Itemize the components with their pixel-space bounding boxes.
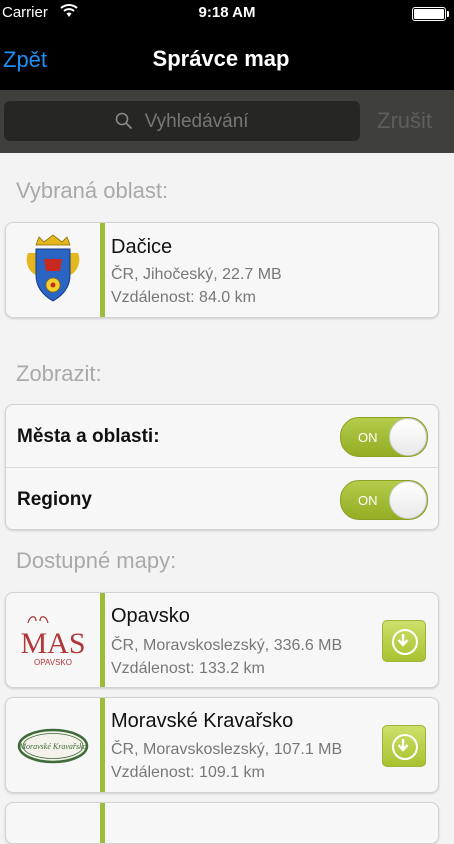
cancel-button[interactable]: Zrušit: [377, 108, 432, 134]
selected-area-card[interactable]: Dačice ČR, Jihočeský, 22.7 MB Vzdálenost…: [5, 222, 439, 318]
download-icon: [392, 629, 418, 655]
toggle-state: ON: [358, 493, 378, 508]
search-input[interactable]: Vyhledávání: [4, 101, 360, 141]
search-icon: [115, 111, 144, 132]
display-toggles-group: Města a oblasti: ON Regiony ON: [5, 404, 439, 530]
area-details: ČR, Jihočeský, 22.7 MB: [111, 266, 282, 283]
map-details: ČR, Moravskoslezský, 336.6 MB: [111, 637, 343, 654]
mas-opavsko-logo: MAS OPAVSKO: [6, 593, 100, 687]
toggle-knob: [389, 418, 427, 456]
accent-bar: [100, 223, 105, 317]
map-details: ČR, Moravskoslezský, 107.1 MB: [111, 741, 343, 758]
search-bar: Vyhledávání Zrušit: [0, 90, 454, 153]
svg-text:OPAVSKO: OPAVSKO: [34, 658, 72, 667]
accent-bar: [100, 593, 105, 687]
area-distance: Vzdálenost: 84.0 km: [111, 289, 256, 306]
clock: 9:18 AM: [198, 4, 256, 21]
navigation-bar: Zpět Správce map: [0, 28, 454, 90]
moravske-kravarsko-logo: Moravské Kravařsko: [6, 698, 100, 792]
toggle-row-cities: Města a oblasti: ON: [6, 405, 438, 467]
battery-icon: [412, 7, 449, 21]
selected-area-heading: Vybraná oblast:: [16, 178, 169, 203]
search-placeholder: Vyhledávání: [144, 111, 249, 132]
page-title: Správce map: [152, 46, 290, 71]
map-list-item[interactable]: [5, 802, 439, 844]
map-distance: Vzdálenost: 133.2 km: [111, 660, 265, 677]
area-name: Dačice: [111, 236, 173, 258]
accent-bar: [100, 803, 105, 843]
regions-toggle[interactable]: ON: [340, 480, 428, 520]
toggle-label: Regiony: [17, 489, 92, 510]
download-button[interactable]: [382, 620, 426, 662]
map-distance: Vzdálenost: 109.1 km: [111, 764, 265, 781]
svg-text:Moravské Kravařsko: Moravské Kravařsko: [18, 742, 86, 751]
download-button[interactable]: [382, 725, 426, 767]
download-icon: [392, 734, 418, 760]
map-list-item[interactable]: Moravské Kravařsko Moravské Kravařsko ČR…: [5, 697, 439, 793]
coat-of-arms-icon: [6, 223, 100, 317]
status-bar: Carrier 9:18 AM: [0, 0, 454, 28]
map-list-item[interactable]: MAS OPAVSKO Opavsko ČR, Moravskoslezský,…: [5, 592, 439, 688]
available-maps-heading: Dostupné mapy:: [16, 548, 177, 573]
display-heading: Zobrazit:: [16, 361, 102, 386]
toggle-state: ON: [358, 430, 378, 445]
toggle-knob: [389, 481, 427, 519]
map-name: Opavsko: [111, 605, 190, 627]
toggle-row-regions: Regiony ON: [6, 467, 438, 529]
accent-bar: [100, 698, 105, 792]
svg-text:MAS: MAS: [20, 627, 85, 660]
toggle-label: Města a oblasti:: [17, 426, 160, 447]
cities-toggle[interactable]: ON: [340, 417, 428, 457]
map-name: Moravské Kravařsko: [111, 710, 294, 732]
